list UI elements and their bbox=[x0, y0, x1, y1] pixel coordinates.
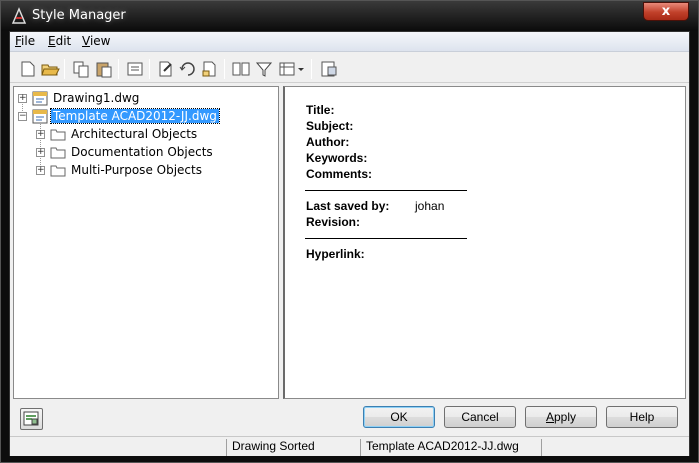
hyperlink-label: Hyperlink: bbox=[306, 247, 365, 261]
status-current-drawing: Template ACAD2012-JJ.dwg bbox=[360, 439, 540, 456]
toolbar-separator bbox=[149, 59, 150, 79]
set-from-icon[interactable] bbox=[200, 59, 220, 79]
dialog-client-area: File Edit View + Drawing1.dwg − Template… bbox=[9, 31, 690, 456]
purge-icon[interactable] bbox=[125, 59, 145, 79]
tree-item-label: Multi-Purpose Objects bbox=[71, 163, 202, 177]
last-saved-by-label: Last saved by: bbox=[306, 199, 390, 213]
revision-label: Revision: bbox=[306, 215, 361, 229]
expand-icon[interactable]: + bbox=[36, 130, 45, 139]
collapse-icon[interactable]: − bbox=[18, 112, 27, 121]
ok-button[interactable]: OK bbox=[363, 406, 435, 428]
tree-item-documentation-objects[interactable]: + Documentation Objects bbox=[36, 144, 266, 162]
paste-icon[interactable] bbox=[94, 59, 114, 79]
folder-icon bbox=[50, 129, 66, 141]
toolbar-separator bbox=[64, 59, 65, 79]
dwg-file-icon bbox=[32, 109, 48, 124]
status-sort-state: Drawing Sorted bbox=[226, 439, 360, 456]
edit-style-icon[interactable] bbox=[156, 59, 176, 79]
keywords-label: Keywords: bbox=[306, 151, 368, 165]
toolbar-separator bbox=[224, 59, 225, 79]
menu-view[interactable]: View bbox=[82, 34, 110, 48]
window-title: Style Manager bbox=[32, 8, 126, 23]
tree-item-label: Template ACAD2012-JJ.dwg bbox=[50, 108, 220, 124]
status-bar: Drawing Sorted Template ACAD2012-JJ.dwg bbox=[10, 436, 689, 456]
author-label: Author: bbox=[306, 135, 350, 149]
reload-icon[interactable] bbox=[178, 59, 198, 79]
preview-icon bbox=[23, 411, 39, 426]
close-button[interactable]: x bbox=[643, 2, 689, 21]
dwg-file-icon bbox=[32, 91, 48, 106]
folder-icon bbox=[50, 147, 66, 159]
tree-item-drawing1[interactable]: + Drawing1.dwg bbox=[18, 90, 268, 108]
folder-icon bbox=[50, 165, 66, 177]
title-label: Title: bbox=[306, 103, 335, 117]
apply-button[interactable]: Apply bbox=[525, 406, 597, 428]
tree-item-template[interactable]: − Template ACAD2012-JJ.dwg bbox=[18, 108, 268, 126]
expand-icon[interactable]: + bbox=[36, 148, 45, 157]
open-icon[interactable] bbox=[40, 59, 60, 79]
copy-icon[interactable] bbox=[71, 59, 91, 79]
tree-item-architectural-objects[interactable]: + Architectural Objects bbox=[36, 126, 266, 144]
subject-label: Subject: bbox=[306, 119, 354, 133]
toolbar bbox=[10, 53, 689, 83]
tree-item-multi-purpose-objects[interactable]: + Multi-Purpose Objects bbox=[36, 162, 266, 180]
status-cell-extra bbox=[541, 439, 689, 456]
menu-edit[interactable]: Edit bbox=[48, 34, 71, 48]
toggle-preview-button[interactable] bbox=[20, 408, 43, 430]
status-cell-empty bbox=[10, 439, 225, 456]
expand-icon[interactable]: + bbox=[36, 166, 45, 175]
toggle-view-icon[interactable] bbox=[319, 59, 339, 79]
cancel-button[interactable]: Cancel bbox=[444, 406, 516, 428]
style-manager-window: Style Manager x File Edit View + Drawing… bbox=[0, 0, 699, 463]
toolbar-separator bbox=[311, 59, 312, 79]
drawing-properties-panel: Title: Subject: Author: Keywords: Commen… bbox=[283, 86, 686, 399]
divider bbox=[305, 190, 467, 191]
new-icon[interactable] bbox=[18, 59, 38, 79]
filter-icon[interactable] bbox=[254, 59, 274, 79]
tree-item-label: Drawing1.dwg bbox=[53, 91, 140, 105]
last-saved-by-value: johan bbox=[415, 199, 445, 213]
comments-label: Comments: bbox=[306, 167, 373, 181]
menu-bar: File Edit View bbox=[10, 32, 689, 52]
help-button[interactable]: Help bbox=[606, 406, 678, 428]
title-bar[interactable]: Style Manager x bbox=[1, 1, 698, 31]
menu-file[interactable]: File bbox=[15, 34, 35, 48]
autocad-app-icon bbox=[11, 7, 27, 24]
style-tree-view[interactable]: + Drawing1.dwg − Template ACAD2012-JJ.dw… bbox=[13, 86, 279, 399]
tree-item-label: Documentation Objects bbox=[71, 145, 213, 159]
divider bbox=[305, 238, 467, 239]
view-list-icon[interactable] bbox=[278, 59, 306, 79]
expand-icon[interactable]: + bbox=[18, 94, 27, 103]
tree-item-label: Architectural Objects bbox=[71, 127, 198, 141]
toolbar-separator bbox=[118, 59, 119, 79]
compare-icon[interactable] bbox=[231, 59, 251, 79]
